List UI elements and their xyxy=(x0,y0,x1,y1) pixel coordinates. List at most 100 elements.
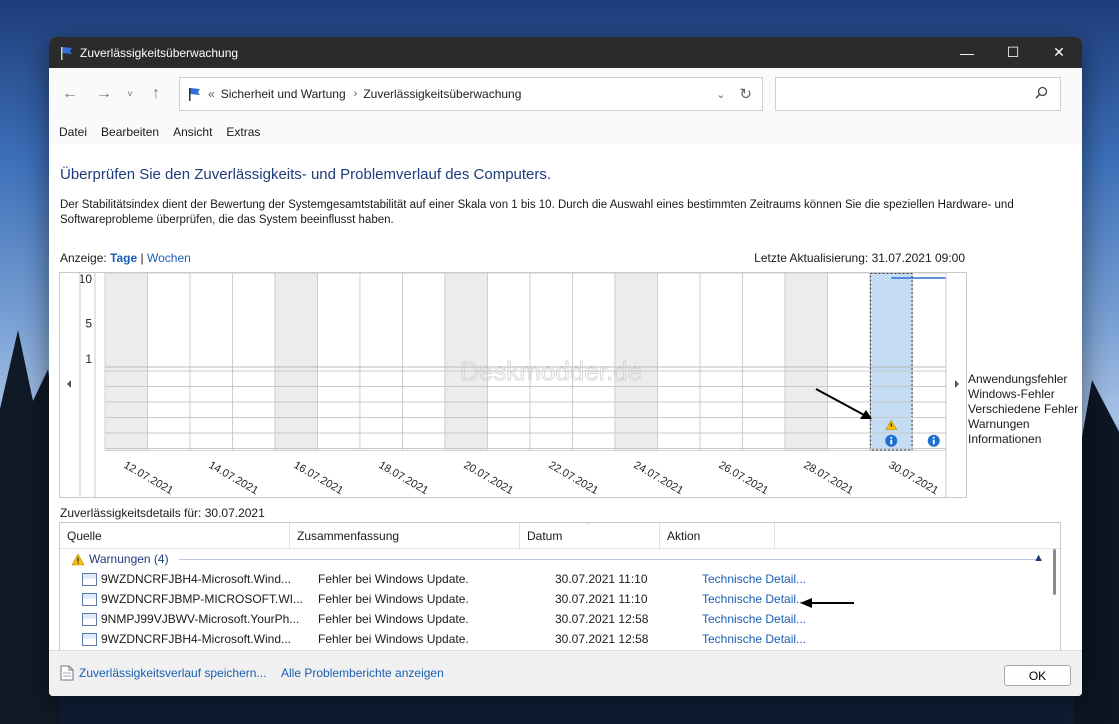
details-label: Zuverlässigkeitsdetails für: 30.07.2021 xyxy=(60,506,265,520)
all-reports-link[interactable]: Alle Problemberichte anzeigen xyxy=(281,666,444,680)
refresh-icon[interactable]: ↻ xyxy=(739,85,752,103)
close-button[interactable]: ✕ xyxy=(1036,37,1082,68)
scroll-right-button[interactable] xyxy=(945,273,966,497)
day-column[interactable] xyxy=(742,272,786,451)
flag-icon xyxy=(61,46,72,60)
search-box[interactable] xyxy=(775,77,1061,111)
page-title: Überprüfen Sie den Zuverlässigkeits- und… xyxy=(60,166,552,183)
title-bar: Zuverlässigkeitsüberwachung — ☐ ✕ xyxy=(49,37,1082,68)
table-row[interactable]: 9WZDNCRFJBH4-Microsoft.Wind... Fehler bei… xyxy=(60,629,1060,649)
table-row[interactable]: 9WZDNCRFJBMP-MICROSOFT.WI... Fehler bei W… xyxy=(60,589,1060,609)
legend-misc-errors: Verschiedene Fehler xyxy=(968,402,1079,416)
day-column[interactable] xyxy=(104,272,148,451)
table-row[interactable]: 9NMPJ99VJBWV-Microsoft.YourPh... Fehler b… xyxy=(60,609,1060,629)
minimize-button[interactable]: — xyxy=(944,37,990,68)
chevron-up-icon[interactable]: ▲ xyxy=(1033,552,1044,564)
day-column[interactable] xyxy=(699,272,743,451)
navigation-bar: ← → ˅ ↑ « Sicherheit und Wartung › Zuver… xyxy=(49,68,1082,120)
day-column[interactable] xyxy=(147,272,191,451)
date-label: 28.07.2021 xyxy=(802,459,856,497)
chart-legend: Anwendungsfehler Windows-Fehler Verschie… xyxy=(968,372,1078,447)
technical-details-link[interactable]: Technische Detail... xyxy=(695,572,817,586)
info-icon[interactable] xyxy=(927,434,940,447)
menu-bearbeiten[interactable]: Bearbeiten xyxy=(101,125,159,139)
ok-button[interactable]: OK xyxy=(1004,665,1071,686)
maximize-button[interactable]: ☐ xyxy=(990,37,1036,68)
column-header-date[interactable]: Datum ⌃ xyxy=(520,523,660,548)
day-column[interactable] xyxy=(232,272,276,451)
menu-bar: Datei Bearbeiten Ansicht Extras xyxy=(49,120,1082,144)
column-header-action[interactable]: Aktion xyxy=(660,523,775,548)
table-scrollbar[interactable] xyxy=(1052,549,1058,651)
y-tick-label: 5 xyxy=(85,316,92,330)
date-label: 20.07.2021 xyxy=(462,459,516,497)
save-history-link[interactable]: Zuverlässigkeitsverlauf speichern... xyxy=(79,666,266,680)
menu-ansicht[interactable]: Ansicht xyxy=(173,125,212,139)
legend-information: Informationen xyxy=(968,432,1042,446)
day-column[interactable] xyxy=(274,272,318,451)
table-row[interactable]: 9WZDNCRFJBH4-Microsoft.Wind... Fehler bei… xyxy=(60,569,1060,589)
document-save-icon xyxy=(60,665,74,681)
source-text: 9WZDNCRFJBH4-Microsoft.Wind... xyxy=(101,572,292,586)
page-description: Der Stabilitätsindex dient der Bewertung… xyxy=(60,199,1014,226)
warning-mark xyxy=(890,423,892,427)
day-column[interactable] xyxy=(189,272,233,451)
watermark: Deskmodder.de xyxy=(460,356,642,386)
view-separator: | xyxy=(140,251,144,265)
breadcrumb-item-security[interactable]: Sicherheit und Wartung xyxy=(221,87,346,101)
info-icon[interactable] xyxy=(885,434,898,447)
technical-details-link[interactable]: Technische Detail... xyxy=(695,612,817,626)
cell-summary: Fehler bei Windows Update. xyxy=(318,592,469,606)
date-label: 18.07.2021 xyxy=(377,459,431,497)
app-icon xyxy=(82,632,97,646)
scrollbar-thumb[interactable] xyxy=(1053,549,1056,595)
legend-warnings: Warnungen xyxy=(968,417,1030,431)
search-icon xyxy=(1035,86,1048,102)
column-header-source[interactable]: Quelle xyxy=(60,523,290,548)
breadcrumb-separator: › xyxy=(353,88,358,100)
legend-windows-errors: Windows-Fehler xyxy=(968,387,1055,401)
sort-ascending-icon: ⌃ xyxy=(584,522,592,530)
date-label: 16.07.2021 xyxy=(292,459,346,497)
cell-summary: Fehler bei Windows Update. xyxy=(318,612,469,626)
menu-extras[interactable]: Extras xyxy=(226,125,260,139)
cell-source: 9WZDNCRFJBH4-Microsoft.Wind... xyxy=(60,632,311,646)
source-text: 9WZDNCRFJBH4-Microsoft.Wind... xyxy=(101,632,292,646)
day-column[interactable] xyxy=(317,272,361,451)
menu-datei[interactable]: Datei xyxy=(59,125,87,139)
view-weeks-link[interactable]: Wochen xyxy=(147,251,191,265)
info-stem xyxy=(890,439,893,445)
app-icon xyxy=(82,612,97,626)
warning-icon xyxy=(71,552,85,565)
date-label: 14.07.2021 xyxy=(207,459,261,497)
day-column[interactable] xyxy=(657,272,701,451)
technical-details-link[interactable]: Technische Detail... xyxy=(695,632,817,646)
scroll-left-button[interactable] xyxy=(60,273,81,497)
up-button[interactable]: ↑ xyxy=(139,85,173,103)
legend-application-errors: Anwendungsfehler xyxy=(968,372,1068,386)
annotation-arrow-chart xyxy=(815,388,872,419)
y-tick-label: 10 xyxy=(79,273,93,286)
source-text: 9WZDNCRFJBMP-MICROSOFT.WI... xyxy=(101,592,303,606)
y-tick-label: 1 xyxy=(85,352,92,366)
group-label: Warnungen (4) xyxy=(89,552,169,566)
day-column[interactable] xyxy=(359,272,403,451)
chevron-down-icon[interactable]: ⌄ xyxy=(716,88,725,101)
breadcrumb-overflow[interactable]: « xyxy=(208,87,215,101)
breadcrumb-item-reliability[interactable]: Zuverlässigkeitsüberwachung xyxy=(363,87,521,101)
back-button[interactable]: ← xyxy=(53,85,87,103)
day-column[interactable] xyxy=(402,272,446,451)
cell-source: 9NMPJ99VJBWV-Microsoft.YourPh... xyxy=(60,612,311,626)
recent-locations-button[interactable]: ˅ xyxy=(121,89,139,100)
address-bar[interactable]: « Sicherheit und Wartung › Zuverlässigke… xyxy=(179,77,763,111)
date-label: 22.07.2021 xyxy=(547,459,601,497)
view-days-link[interactable]: Tage xyxy=(110,251,137,265)
table-header: Quelle Zusammenfassung Datum ⌃ Aktion xyxy=(60,523,1060,549)
group-divider xyxy=(178,558,1042,560)
cell-date: 30.07.2021 11:10 xyxy=(555,592,648,606)
forward-button[interactable]: → xyxy=(87,85,121,103)
column-header-summary[interactable]: Zusammenfassung xyxy=(290,523,520,548)
cell-date: 30.07.2021 12:58 xyxy=(555,632,649,646)
flag-icon xyxy=(189,88,200,101)
group-header-warnings[interactable]: Warnungen (4) ▲ xyxy=(60,549,1060,569)
